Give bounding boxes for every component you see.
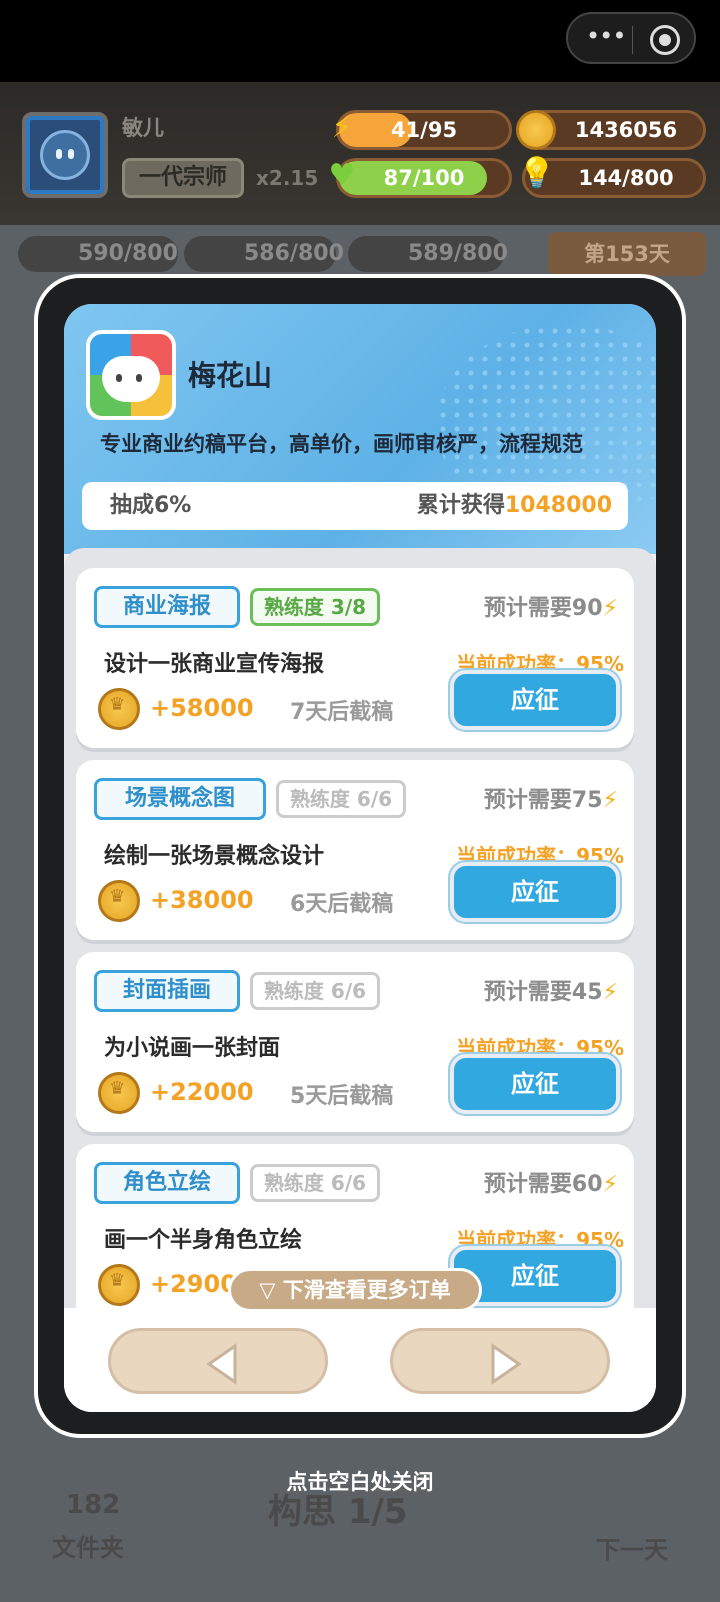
earned-label: 累计获得 — [416, 493, 505, 518]
apply-button[interactable]: 应征 — [450, 670, 620, 730]
coins-value: 1436056 — [574, 118, 678, 142]
job-deadline: 6天后截稿 — [290, 892, 394, 917]
lightning-icon: ⚡ — [602, 788, 618, 813]
lightning-icon: ⚡ — [602, 1172, 618, 1197]
lightning-icon: ⚡ — [331, 110, 353, 145]
job-reward: +22000 — [150, 1078, 254, 1106]
job-tag: 角色立绘 — [94, 1162, 240, 1204]
job-deadline: 7天后截稿 — [290, 700, 394, 725]
coin-icon — [98, 1072, 140, 1114]
energy-required-label: 预计需要60 — [483, 1172, 603, 1197]
stat-color: 586/800 — [184, 236, 344, 272]
arrow-right-icon — [491, 1343, 522, 1385]
job-card: 商业海报 熟练度 3/8 预计需要90⚡ 设计一张商业宣传海报 当前成功率：95… — [76, 568, 634, 748]
job-tag: 场景概念图 — [94, 778, 266, 820]
coin-icon — [98, 1264, 140, 1306]
earned-amount: 1048000 — [504, 493, 612, 518]
coin-icon — [98, 688, 140, 730]
job-deadline: 5天后截稿 — [290, 1084, 394, 1109]
player-name: 敏儿 — [122, 116, 164, 140]
stat-composition: 589/800 — [348, 236, 508, 272]
job-reward: +58000 — [150, 694, 254, 722]
job-card: 场景概念图 熟练度 6/6 预计需要75⚡ 绘制一张场景概念设计 当前成功率：9… — [76, 760, 634, 940]
proficiency-badge: 熟练度 6/6 — [250, 972, 380, 1010]
energy-required-label: 预计需要45 — [483, 980, 603, 1005]
miniprogram-capsule[interactable]: ••• — [566, 12, 696, 64]
stat-perspective: 590/800 — [18, 236, 178, 272]
scroll-more-hint: ▽ 下滑查看更多订单 — [228, 1268, 482, 1312]
platform-header: 梅花山 专业商业约稿平台，高单价，画师审核严，流程规范 抽成6% 累计获得104… — [64, 304, 656, 554]
proficiency-badge: 熟练度 3/8 — [250, 588, 380, 626]
job-title: 为小说画一张封面 — [104, 1036, 281, 1061]
coin-icon — [516, 110, 556, 150]
status-bar: ••• — [0, 0, 720, 82]
scroll-more-label: 下滑查看更多订单 — [282, 1278, 451, 1302]
cat-icon — [102, 356, 160, 402]
multiplier-label: x2.15 — [256, 166, 319, 190]
platform-name: 梅花山 — [188, 359, 273, 392]
avatar[interactable] — [22, 112, 108, 198]
coin-icon — [98, 880, 140, 922]
apply-button[interactable]: 应征 — [450, 1054, 620, 1114]
energy-required: 预计需要90⚡ — [484, 590, 618, 622]
earned-total: 累计获得1048000 — [417, 482, 612, 530]
robot-face-icon — [40, 130, 90, 180]
energy-required-label: 预计需要75 — [483, 788, 603, 813]
folder-count: 182 — [66, 1490, 121, 1520]
modal-screen: 梅花山 专业商业约稿平台，高单价，画师审核严，流程规范 抽成6% 累计获得104… — [64, 304, 656, 1412]
job-title: 画一个半身角色立绘 — [104, 1228, 303, 1253]
job-title: 设计一张商业宣传海报 — [104, 652, 325, 677]
concept-button[interactable]: 构思 1/5 — [268, 1484, 408, 1533]
energy-required: 预计需要75⚡ — [484, 782, 618, 814]
energy-required-label: 预计需要90 — [483, 596, 603, 621]
heart-icon: ♥ — [328, 158, 356, 193]
energy-bar: 41/95 — [336, 110, 512, 150]
platform-description: 专业商业约稿平台，高单价，画师审核严，流程规范 — [100, 432, 583, 456]
job-list[interactable]: 商业海报 熟练度 3/8 预计需要90⚡ 设计一张商业宣传海报 当前成功率：95… — [64, 548, 656, 1308]
ideas-value: 144/800 — [578, 166, 674, 190]
next-day-button[interactable]: 下一天 — [596, 1530, 668, 1565]
lightning-icon: ⚡ — [602, 980, 618, 1005]
folder-button[interactable]: 文件夹 — [52, 1528, 124, 1563]
modal-nav — [64, 1308, 656, 1412]
lightbulb-icon: 💡 — [518, 156, 556, 191]
proficiency-badge: 熟练度 6/6 — [250, 1164, 380, 1202]
proficiency-badge: 熟练度 6/6 — [276, 780, 406, 818]
health-bar: 87/100 — [336, 158, 512, 198]
commission-bar: 抽成6% 累计获得1048000 — [82, 482, 628, 530]
day-counter: 第153天 — [548, 232, 706, 276]
rank-title-badge: 一代宗师 — [122, 158, 244, 198]
energy-value: 41/95 — [390, 118, 458, 142]
commission-rate: 抽成6% — [110, 493, 192, 518]
job-tag: 封面插画 — [94, 970, 240, 1012]
job-title: 绘制一张场景概念设计 — [104, 844, 325, 869]
next-platform-button[interactable] — [390, 1328, 610, 1394]
player-header: 敏儿 一代宗师 x2.15 41/95 ⚡ 1436056 87/100 ♥ 1… — [0, 82, 720, 225]
apply-button[interactable]: 应征 — [450, 862, 620, 922]
job-card: 封面插画 熟练度 6/6 预计需要45⚡ 为小说画一张封面 当前成功率：95% … — [76, 952, 634, 1132]
job-tag: 商业海报 — [94, 586, 240, 628]
prev-platform-button[interactable] — [108, 1328, 328, 1394]
close-target-icon[interactable] — [650, 25, 680, 55]
energy-required: 预计需要45⚡ — [484, 974, 618, 1006]
capsule-divider — [632, 26, 633, 54]
more-icon[interactable]: ••• — [586, 22, 626, 50]
platform-modal: 梅花山 专业商业约稿平台，高单价，画师审核严，流程规范 抽成6% 累计获得104… — [34, 274, 686, 1438]
lightning-icon: ⚡ — [602, 596, 618, 621]
chevron-down-icon: ▽ — [259, 1278, 276, 1302]
job-reward: +38000 — [150, 886, 254, 914]
arrow-left-icon — [206, 1343, 237, 1385]
energy-required: 预计需要60⚡ — [484, 1166, 618, 1198]
platform-logo — [86, 330, 176, 420]
health-value: 87/100 — [383, 166, 465, 190]
